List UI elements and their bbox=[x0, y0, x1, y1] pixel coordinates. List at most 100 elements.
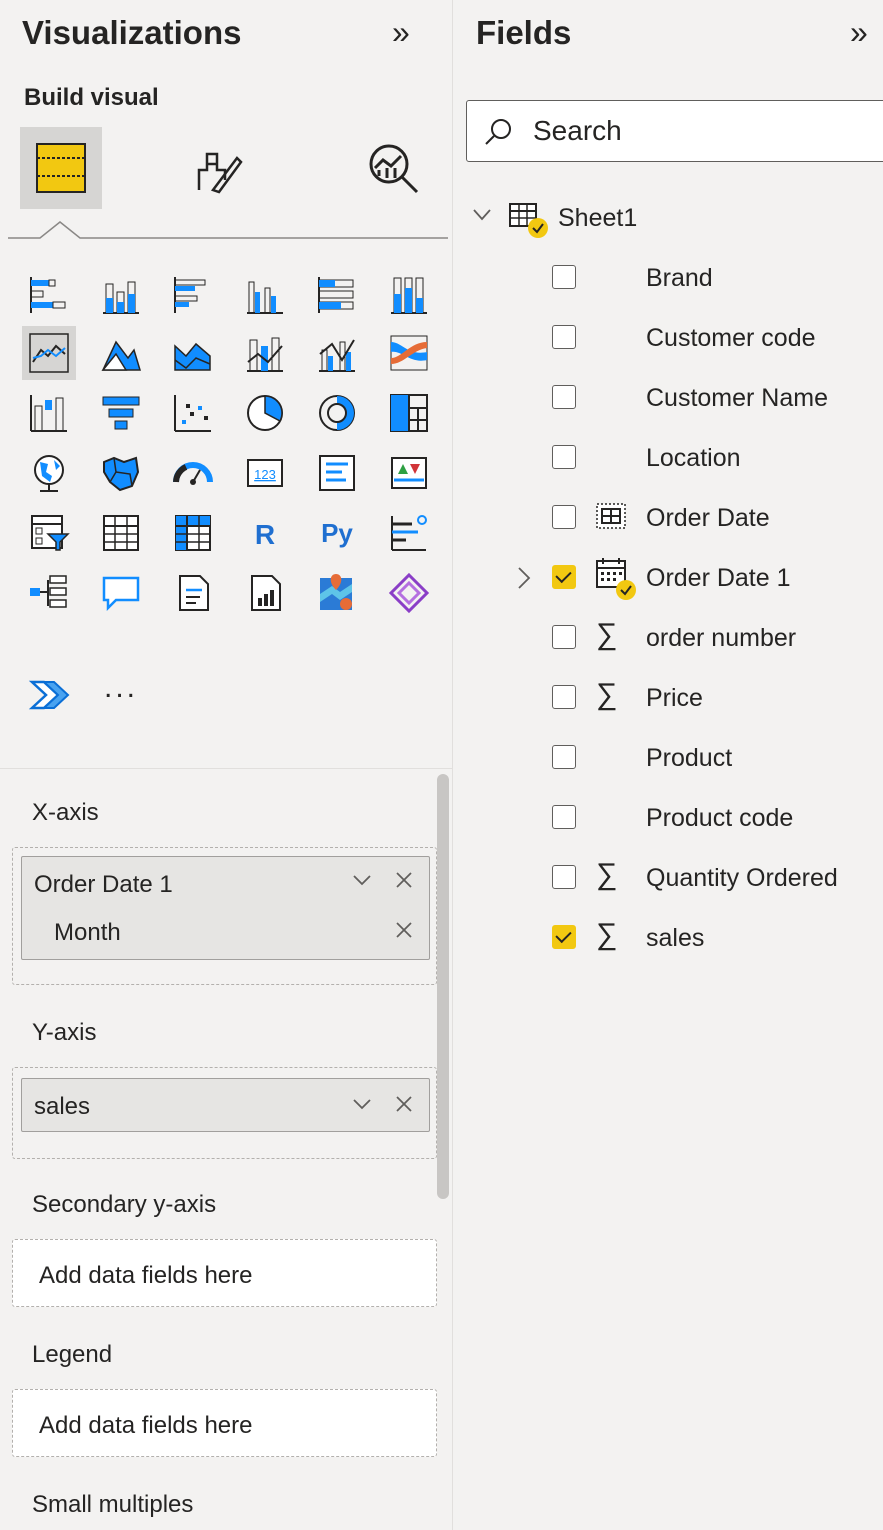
search-input[interactable] bbox=[533, 113, 873, 149]
smart-narrative-icon[interactable] bbox=[166, 566, 220, 620]
decomposition-tree-icon[interactable] bbox=[22, 566, 76, 620]
legend-well[interactable]: Add data fields here bbox=[12, 1389, 437, 1457]
collapse-visualizations-icon[interactable]: » bbox=[392, 14, 410, 51]
build-visual-icon bbox=[36, 143, 86, 193]
100-stacked-bar-chart-icon[interactable] bbox=[310, 268, 364, 322]
line-and-clustered-column-icon[interactable] bbox=[310, 326, 364, 380]
filled-map-icon[interactable] bbox=[94, 446, 148, 500]
field-label: Order Date 1 bbox=[646, 564, 791, 592]
pie-chart-icon[interactable] bbox=[238, 386, 292, 440]
sigma-icon: ∑ bbox=[596, 618, 618, 651]
field-checkbox[interactable] bbox=[552, 505, 576, 529]
field-row[interactable]: Product bbox=[454, 732, 883, 784]
fields-title: Fields bbox=[476, 14, 572, 51]
field-label: order number bbox=[646, 624, 797, 652]
ribbon-chart-icon[interactable] bbox=[382, 326, 436, 380]
azure-map-icon[interactable] bbox=[310, 566, 364, 620]
field-row[interactable]: ∑ sales bbox=[454, 912, 883, 964]
field-row[interactable]: ∑ Price bbox=[454, 672, 883, 724]
x-axis-subfield-name: Month bbox=[54, 919, 121, 946]
multi-row-card-icon[interactable] bbox=[310, 446, 364, 500]
chevron-down-icon[interactable] bbox=[352, 869, 372, 897]
gauge-icon[interactable] bbox=[166, 446, 220, 500]
field-label: Quantity Ordered bbox=[646, 864, 838, 892]
power-apps-icon[interactable] bbox=[382, 566, 436, 620]
python-visual-icon[interactable]: Py bbox=[310, 506, 364, 560]
field-checkbox[interactable] bbox=[552, 265, 576, 289]
field-checkbox[interactable] bbox=[552, 565, 576, 589]
scatter-chart-icon[interactable] bbox=[166, 386, 220, 440]
y-axis-well[interactable]: sales bbox=[12, 1067, 437, 1159]
area-chart-icon[interactable] bbox=[94, 326, 148, 380]
power-automate-icon[interactable] bbox=[22, 668, 76, 722]
legend-label: Legend bbox=[32, 1341, 113, 1368]
waterfall-chart-icon[interactable] bbox=[22, 386, 76, 440]
chevron-right-icon[interactable] bbox=[516, 566, 532, 590]
donut-chart-icon[interactable] bbox=[310, 386, 364, 440]
treemap-icon[interactable] bbox=[382, 386, 436, 440]
field-checkbox[interactable] bbox=[552, 445, 576, 469]
field-wells: X-axis Order Date 1 Month Y-axis sales S… bbox=[0, 768, 453, 1530]
field-row[interactable]: Customer code bbox=[454, 312, 883, 364]
line-and-stacked-column-icon[interactable] bbox=[238, 326, 292, 380]
stacked-bar-chart-icon[interactable] bbox=[22, 268, 76, 322]
key-influencers-icon[interactable] bbox=[382, 506, 436, 560]
field-row[interactable]: Location bbox=[454, 432, 883, 484]
table-node-sheet1[interactable]: Sheet1 bbox=[454, 192, 883, 244]
chevron-down-icon[interactable] bbox=[472, 208, 492, 222]
clustered-column-chart-icon[interactable] bbox=[238, 268, 292, 322]
field-checkbox[interactable] bbox=[552, 745, 576, 769]
x-axis-well[interactable]: Order Date 1 Month bbox=[12, 847, 437, 985]
funnel-chart-icon[interactable] bbox=[94, 386, 148, 440]
field-checkbox[interactable] bbox=[552, 625, 576, 649]
slicer-icon[interactable] bbox=[22, 506, 76, 560]
remove-field-icon[interactable] bbox=[394, 1093, 414, 1121]
secondary-y-axis-well[interactable]: Add data fields here bbox=[12, 1239, 437, 1307]
field-checkbox[interactable] bbox=[552, 805, 576, 829]
field-checkbox[interactable] bbox=[552, 325, 576, 349]
field-checkbox[interactable] bbox=[552, 925, 576, 949]
field-checkbox[interactable] bbox=[552, 865, 576, 889]
field-label: Location bbox=[646, 444, 741, 472]
collapse-fields-icon[interactable]: » bbox=[850, 14, 868, 51]
table-icon[interactable] bbox=[94, 506, 148, 560]
line-chart-icon[interactable] bbox=[22, 326, 76, 380]
field-row[interactable]: Order Date bbox=[454, 492, 883, 544]
analytics-button[interactable] bbox=[352, 127, 434, 209]
analytics-icon bbox=[369, 144, 419, 194]
chevron-down-icon[interactable] bbox=[352, 1093, 372, 1121]
search-box[interactable] bbox=[466, 100, 883, 162]
card-icon[interactable]: 123 bbox=[238, 446, 292, 500]
wells-scrollbar[interactable] bbox=[437, 774, 449, 1199]
field-row[interactable]: ∑ Quantity Ordered bbox=[454, 852, 883, 904]
remove-subfield-icon[interactable] bbox=[394, 919, 414, 947]
paginated-report-icon[interactable] bbox=[238, 566, 292, 620]
field-row[interactable]: Order Date 1 bbox=[454, 552, 883, 604]
visualizations-title: Visualizations bbox=[22, 14, 242, 51]
secondary-y-axis-label: Secondary y-axis bbox=[32, 1191, 217, 1218]
field-checkbox[interactable] bbox=[552, 685, 576, 709]
matrix-icon[interactable] bbox=[166, 506, 220, 560]
field-row[interactable]: ∑ order number bbox=[454, 612, 883, 664]
qa-visual-icon[interactable] bbox=[94, 566, 148, 620]
more-visuals-icon[interactable]: ... bbox=[94, 668, 148, 722]
stacked-column-chart-icon[interactable] bbox=[94, 268, 148, 322]
y-axis-field-chip[interactable]: sales bbox=[21, 1078, 430, 1132]
build-visual-button[interactable] bbox=[20, 127, 102, 209]
100-stacked-column-chart-icon[interactable] bbox=[382, 268, 436, 322]
x-axis-field-chip[interactable]: Order Date 1 Month bbox=[21, 856, 430, 960]
field-row[interactable]: Product code bbox=[454, 792, 883, 844]
field-label: Customer Name bbox=[646, 384, 828, 412]
field-row[interactable]: Customer Name bbox=[454, 372, 883, 424]
clustered-bar-chart-icon[interactable] bbox=[166, 268, 220, 322]
kpi-icon[interactable] bbox=[382, 446, 436, 500]
field-checkbox[interactable] bbox=[552, 385, 576, 409]
r-visual-icon[interactable]: R bbox=[238, 506, 292, 560]
calendar-icon bbox=[596, 558, 636, 600]
stacked-area-chart-icon[interactable] bbox=[166, 326, 220, 380]
sigma-icon: ∑ bbox=[596, 858, 618, 891]
remove-field-icon[interactable] bbox=[394, 869, 414, 897]
field-row[interactable]: Brand bbox=[454, 252, 883, 304]
map-icon[interactable] bbox=[22, 446, 76, 500]
format-visual-button[interactable] bbox=[176, 127, 258, 209]
